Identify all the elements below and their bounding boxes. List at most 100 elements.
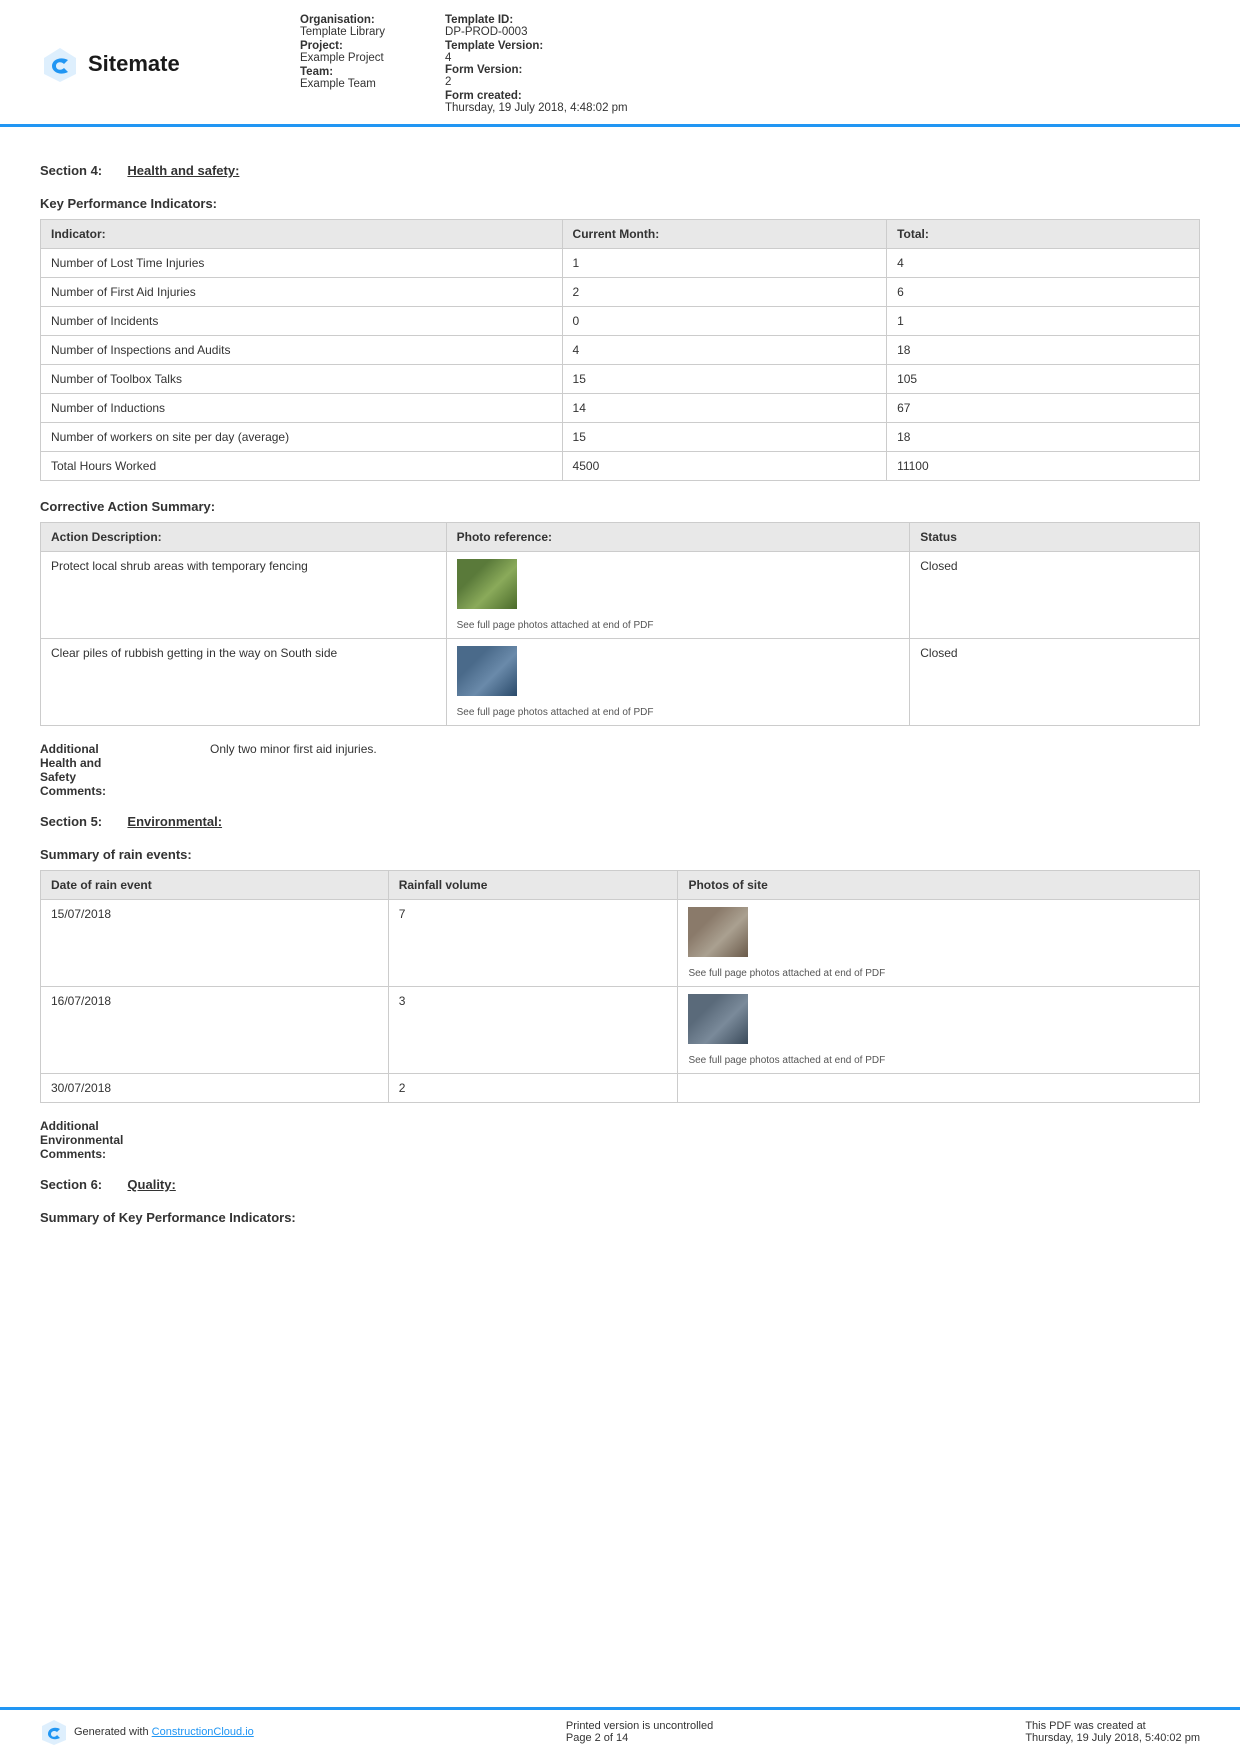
kpi-total: 11100 [887, 452, 1200, 481]
kpi-row: Total Hours Worked 4500 11100 [41, 452, 1200, 481]
kpi-row: Number of Incidents 0 1 [41, 307, 1200, 336]
page-footer: Generated with ConstructionCloud.io Prin… [0, 1707, 1240, 1754]
header-meta: Organisation: Template Library Project: … [240, 14, 1200, 114]
section4-title: Health and safety: [127, 163, 239, 178]
template-version-line: Template Version: 4 Form Version: 2 [445, 40, 628, 88]
kpi-current-month: 14 [562, 394, 887, 423]
kpi-row: Number of Toolbox Talks 15 105 [41, 365, 1200, 394]
kpi-indicator: Number of Lost Time Injuries [41, 249, 563, 278]
kpi-indicator: Number of Incidents [41, 307, 563, 336]
photo-thumbnail [457, 559, 517, 609]
main-content: Section 4: Health and safety: Key Perfor… [0, 127, 1240, 1293]
ca-action-desc: Protect local shrub areas with temporary… [41, 552, 447, 639]
kpi-current-month: 15 [562, 365, 887, 394]
ca-col-status: Status [910, 523, 1200, 552]
kpi-indicator: Number of First Aid Injuries [41, 278, 563, 307]
kpi-col-total: Total: [887, 220, 1200, 249]
page-header: Sitemate Organisation: Template Library … [0, 0, 1240, 127]
header-col-right: Template ID: DP-PROD-0003 Template Versi… [445, 14, 628, 114]
rain-photo-thumbnail [688, 994, 748, 1044]
ca-status: Closed [910, 639, 1200, 726]
additional-health-label: AdditionalHealth andSafetyComments: [40, 742, 170, 798]
ca-col-photo: Photo reference: [446, 523, 910, 552]
kpi-heading: Key Performance Indicators: [40, 196, 1200, 211]
footer-generated-text: Generated with ConstructionCloud.io [74, 1726, 254, 1738]
kpi-row: Number of Lost Time Injuries 1 4 [41, 249, 1200, 278]
kpi-table: Indicator: Current Month: Total: Number … [40, 219, 1200, 481]
rain-photos [678, 1074, 1200, 1103]
kpi-row: Number of Inspections and Audits 4 18 [41, 336, 1200, 365]
kpi-total: 18 [887, 423, 1200, 452]
logo-area: Sitemate [40, 44, 240, 84]
corrective-action-heading: Corrective Action Summary: [40, 499, 1200, 514]
kpi-total: 67 [887, 394, 1200, 423]
kpi-current-month: 4 [562, 336, 887, 365]
rain-row: 16/07/2018 3 See full page photos attach… [41, 987, 1200, 1074]
ca-status: Closed [910, 552, 1200, 639]
kpi-indicator: Number of workers on site per day (avera… [41, 423, 563, 452]
rain-volume: 2 [388, 1074, 678, 1103]
section6-sub-heading: Summary of Key Performance Indicators: [40, 1210, 1200, 1225]
kpi-indicator: Number of Toolbox Talks [41, 365, 563, 394]
template-id-line: Template ID: DP-PROD-0003 [445, 14, 628, 38]
rain-photo-caption: See full page photos attached at end of … [688, 968, 1189, 979]
kpi-total: 1 [887, 307, 1200, 336]
footer-link[interactable]: ConstructionCloud.io [152, 1726, 254, 1738]
rain-col-rainfall: Rainfall volume [388, 871, 678, 900]
kpi-current-month: 1 [562, 249, 887, 278]
additional-health-comments: AdditionalHealth andSafetyComments: Only… [40, 742, 1200, 798]
kpi-header-row: Indicator: Current Month: Total: [41, 220, 1200, 249]
rain-volume: 7 [388, 900, 678, 987]
ca-photo-ref: See full page photos attached at end of … [446, 552, 910, 639]
kpi-current-month: 4500 [562, 452, 887, 481]
photo-thumbnail [457, 646, 517, 696]
team-line: Team: Example Team [300, 66, 385, 90]
rain-col-date: Date of rain event [41, 871, 389, 900]
rain-events-heading: Summary of rain events: [40, 847, 1200, 862]
rain-photo-caption: See full page photos attached at end of … [688, 1055, 1189, 1066]
logo-text: Sitemate [88, 51, 180, 77]
rain-col-photos: Photos of site [678, 871, 1200, 900]
rain-date: 15/07/2018 [41, 900, 389, 987]
footer-pdf-created: This PDF was created at Thursday, 19 Jul… [1025, 1720, 1200, 1744]
section4-heading: Section 4: Health and safety: [40, 163, 1200, 178]
kpi-col-indicator: Indicator: [41, 220, 563, 249]
kpi-current-month: 15 [562, 423, 887, 452]
rain-photo-thumbnail [688, 907, 748, 957]
kpi-row: Number of workers on site per day (avera… [41, 423, 1200, 452]
section5-title: Environmental: [127, 814, 222, 829]
org-line: Organisation: Template Library [300, 14, 385, 38]
rain-row: 30/07/2018 2 [41, 1074, 1200, 1103]
kpi-total: 105 [887, 365, 1200, 394]
kpi-row: Number of Inductions 14 67 [41, 394, 1200, 423]
corrective-action-table: Action Description: Photo reference: Sta… [40, 522, 1200, 726]
ca-header-row: Action Description: Photo reference: Sta… [41, 523, 1200, 552]
ca-action-desc: Clear piles of rubbish getting in the wa… [41, 639, 447, 726]
photo-caption: See full page photos attached at end of … [457, 707, 900, 718]
footer-sitemate-icon [40, 1718, 68, 1746]
project-line: Project: Example Project [300, 40, 385, 64]
kpi-total: 6 [887, 278, 1200, 307]
ca-row: Protect local shrub areas with temporary… [41, 552, 1200, 639]
additional-health-value: Only two minor first aid injuries. [210, 742, 377, 798]
ca-col-action: Action Description: [41, 523, 447, 552]
kpi-current-month: 2 [562, 278, 887, 307]
section6-heading: Section 6: Quality: [40, 1177, 1200, 1192]
rain-volume: 3 [388, 987, 678, 1074]
kpi-current-month: 0 [562, 307, 887, 336]
footer-logo-area: Generated with ConstructionCloud.io [40, 1718, 254, 1746]
form-created-line: Form created: Thursday, 19 July 2018, 4:… [445, 90, 628, 114]
kpi-indicator: Total Hours Worked [41, 452, 563, 481]
ca-row: Clear piles of rubbish getting in the wa… [41, 639, 1200, 726]
section5-heading: Section 5: Environmental: [40, 814, 1200, 829]
section6-title: Quality: [127, 1177, 175, 1192]
rain-date: 30/07/2018 [41, 1074, 389, 1103]
header-col-left: Organisation: Template Library Project: … [300, 14, 385, 114]
kpi-row: Number of First Aid Injuries 2 6 [41, 278, 1200, 307]
sitemate-logo-icon [40, 44, 80, 84]
kpi-indicator: Number of Inductions [41, 394, 563, 423]
rain-photos: See full page photos attached at end of … [678, 900, 1200, 987]
additional-env-label: AdditionalEnvironmentalComments: [40, 1119, 170, 1161]
ca-photo-ref: See full page photos attached at end of … [446, 639, 910, 726]
footer-print-notice: Printed version is uncontrolled Page 2 o… [566, 1720, 713, 1744]
